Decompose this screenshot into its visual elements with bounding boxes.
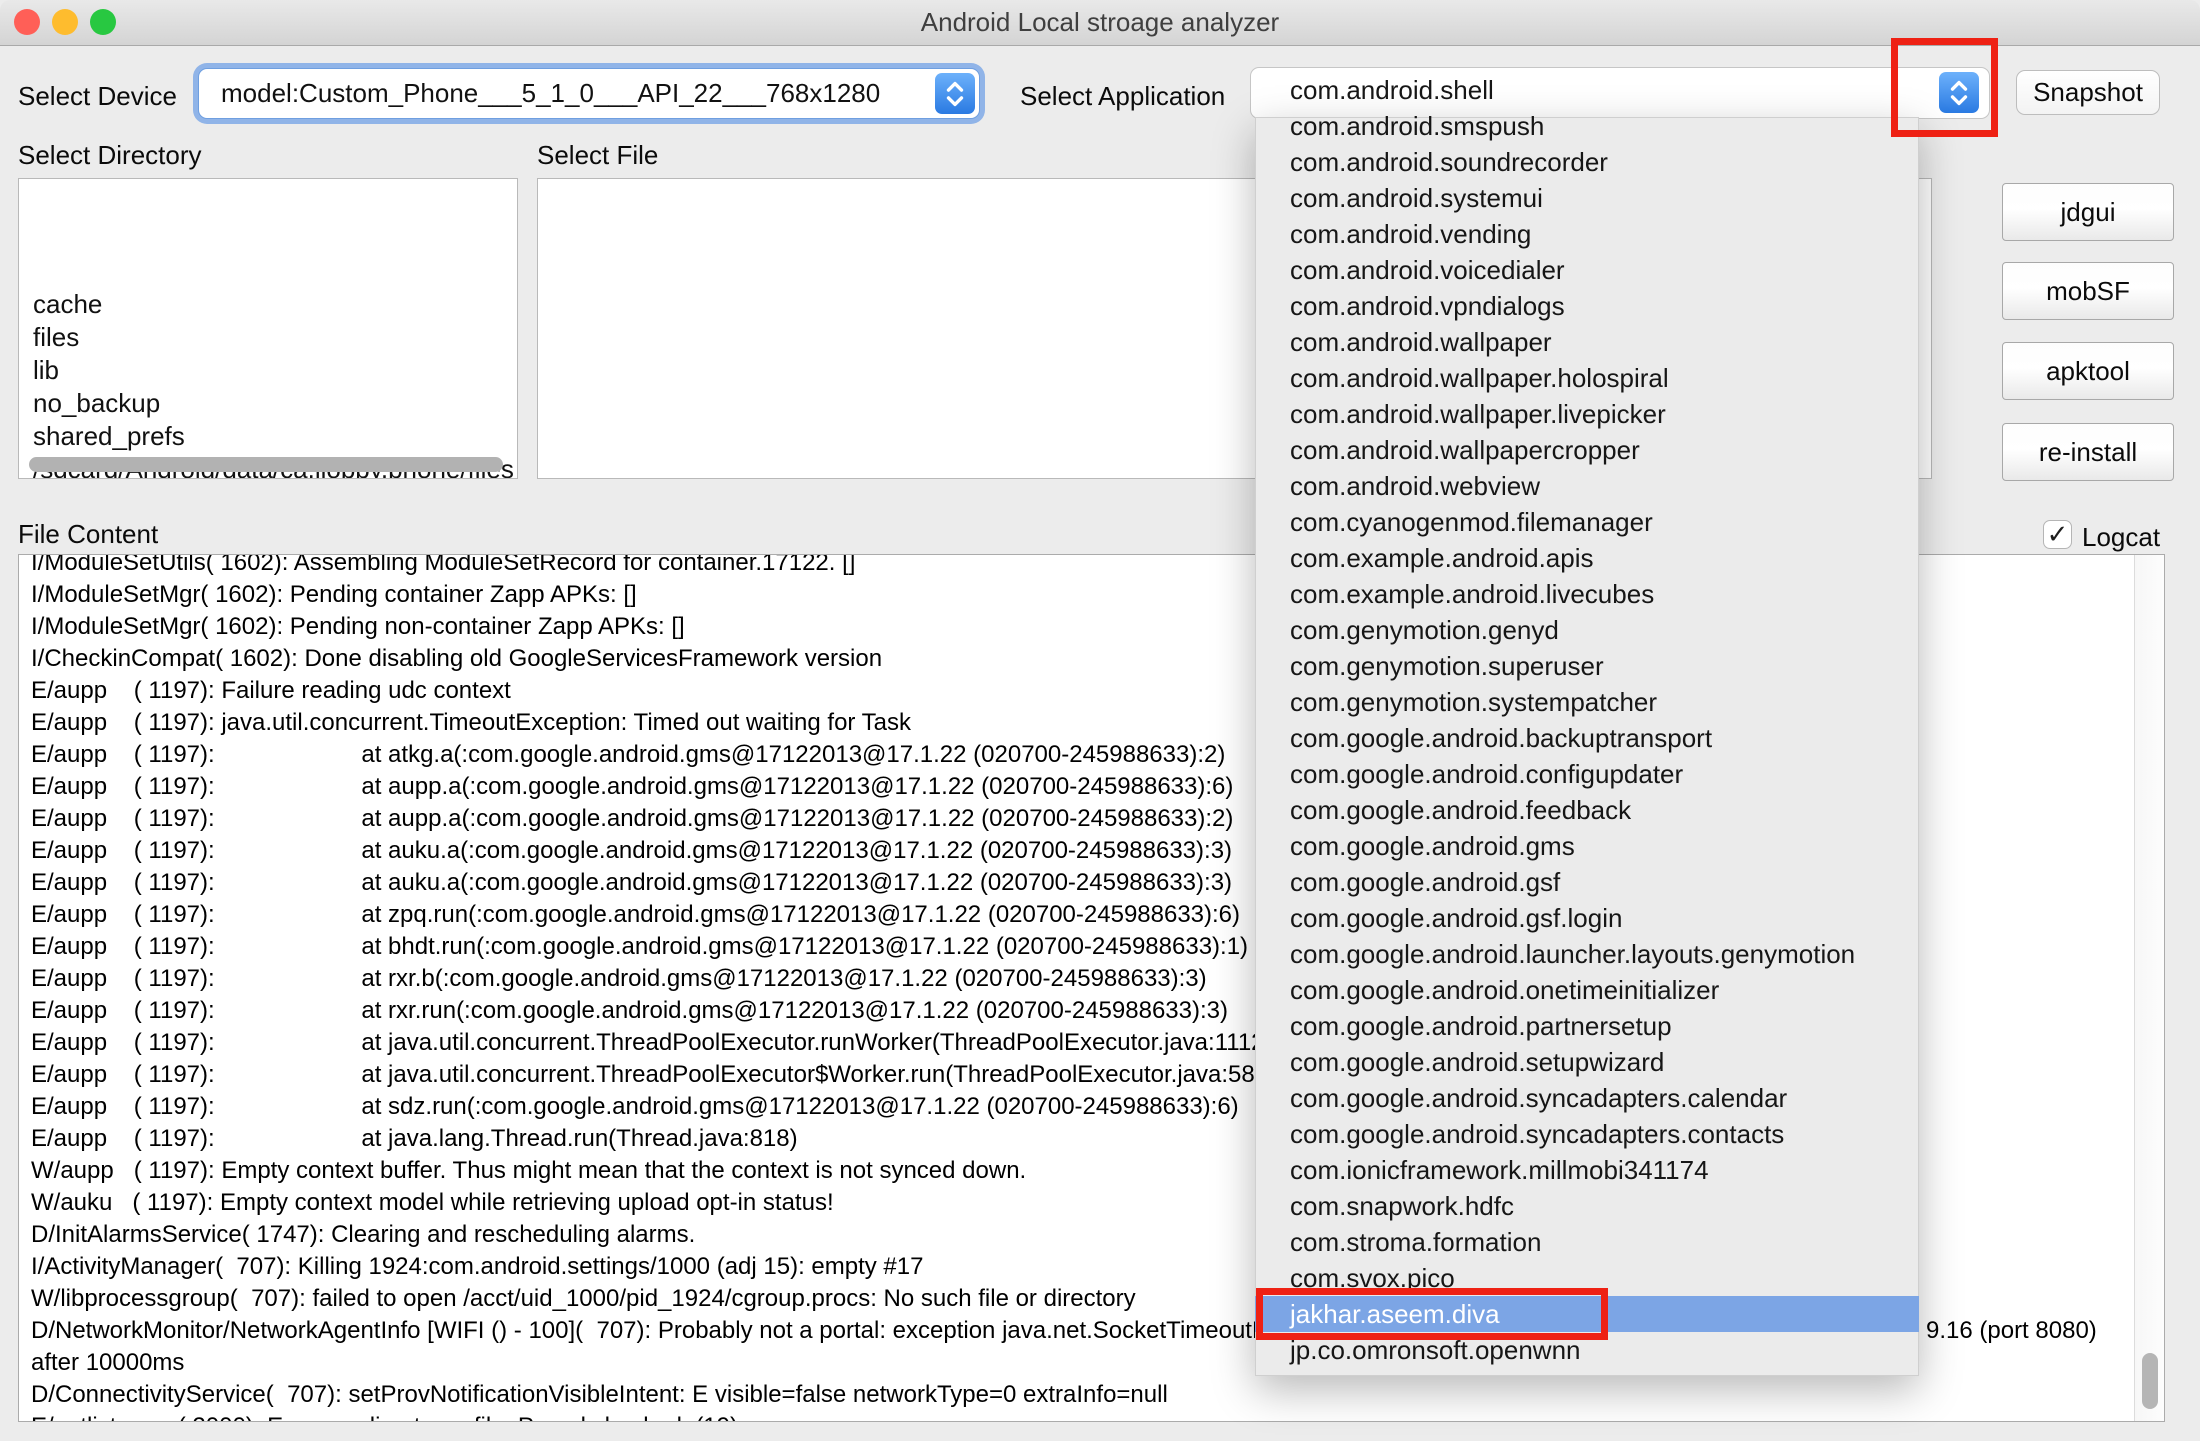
- popup-item[interactable]: com.android.vpndialogs: [1255, 288, 1919, 324]
- directory-list-item[interactable]: lib: [33, 354, 514, 387]
- popup-item[interactable]: com.google.android.configupdater: [1255, 756, 1919, 792]
- popup-item[interactable]: com.google.android.partnersetup: [1255, 1008, 1919, 1044]
- popup-item[interactable]: com.stroma.formation: [1255, 1224, 1919, 1260]
- device-combobox-value: model:Custom_Phone___5_1_0___API_22___76…: [221, 69, 880, 118]
- directory-listbox[interactable]: cachefileslibno_backupshared_prefs/sdcar…: [18, 178, 518, 479]
- checkmark-icon: ✓: [2044, 521, 2071, 548]
- popup-item[interactable]: com.android.smspush: [1255, 108, 1919, 144]
- popup-item[interactable]: com.android.wallpaper.livepicker: [1255, 396, 1919, 432]
- window-title: Android Local stroage analyzer: [0, 0, 2200, 45]
- logcat-label: Logcat: [2082, 522, 2160, 553]
- popup-item[interactable]: com.android.soundrecorder: [1255, 144, 1919, 180]
- device-combobox[interactable]: model:Custom_Phone___5_1_0___API_22___76…: [198, 68, 980, 119]
- vertical-scrollbar-track[interactable]: [2134, 555, 2164, 1421]
- jdgui-button[interactable]: jdgui: [2002, 183, 2174, 241]
- popup-item[interactable]: com.google.android.syncadapters.contacts: [1255, 1116, 1919, 1152]
- select-directory-label: Select Directory: [18, 140, 202, 171]
- select-device-label: Select Device: [18, 81, 177, 112]
- popup-item[interactable]: com.cyanogenmod.filemanager: [1255, 504, 1919, 540]
- directory-list-item[interactable]: files: [33, 321, 514, 354]
- reinstall-button[interactable]: re-install: [2002, 423, 2174, 481]
- popup-item[interactable]: com.android.wallpaper: [1255, 324, 1919, 360]
- popup-item[interactable]: com.genymotion.systempatcher: [1255, 684, 1919, 720]
- annotation-box-selected-app: [1256, 1288, 1608, 1340]
- popup-item[interactable]: com.snapwork.hdfc: [1255, 1188, 1919, 1224]
- apktool-button[interactable]: apktool: [2002, 342, 2174, 400]
- select-file-label: Select File: [537, 140, 658, 171]
- popup-item[interactable]: com.android.vending: [1255, 216, 1919, 252]
- popup-item[interactable]: com.google.android.launcher.layouts.geny…: [1255, 936, 1919, 972]
- popup-item[interactable]: com.google.android.feedback: [1255, 792, 1919, 828]
- popup-item[interactable]: com.android.voicedialer: [1255, 252, 1919, 288]
- logcat-checkbox[interactable]: ✓: [2043, 520, 2072, 549]
- file-content-label: File Content: [18, 519, 158, 550]
- mobsf-button[interactable]: mobSF: [2002, 262, 2174, 320]
- directory-list-item[interactable]: shared_prefs: [33, 420, 514, 453]
- stepper-up-down-icon[interactable]: [935, 73, 975, 114]
- directory-list-item[interactable]: no_backup: [33, 387, 514, 420]
- select-application-label: Select Application: [1020, 81, 1225, 112]
- popup-item[interactable]: com.genymotion.genyd: [1255, 612, 1919, 648]
- popup-item[interactable]: com.android.wallpapercropper: [1255, 432, 1919, 468]
- annotation-box-stepper: [1891, 38, 1998, 137]
- popup-item[interactable]: com.ionicframework.millmobi341174: [1255, 1152, 1919, 1188]
- popup-item[interactable]: com.android.shell: [1255, 72, 1919, 108]
- horizontal-scrollbar[interactable]: [29, 457, 503, 472]
- directory-list-item[interactable]: cache: [33, 288, 514, 321]
- popup-item[interactable]: com.google.android.backuptransport: [1255, 720, 1919, 756]
- popup-item[interactable]: com.google.android.gsf: [1255, 864, 1919, 900]
- popup-item[interactable]: com.example.android.apis: [1255, 540, 1919, 576]
- vertical-scrollbar-thumb[interactable]: [2142, 1353, 2158, 1409]
- popup-item[interactable]: com.google.android.syncadapters.calendar: [1255, 1080, 1919, 1116]
- snapshot-button[interactable]: Snapshot: [2016, 70, 2160, 115]
- log-line: E/netlistener ( 2000): Error reading tra…: [31, 1411, 1546, 1422]
- popup-item[interactable]: com.example.android.livecubes: [1255, 576, 1919, 612]
- log-line: D/ConnectivityService( 707): setProvNoti…: [31, 1379, 1546, 1411]
- popup-item[interactable]: com.google.android.onetimeinitializer: [1255, 972, 1919, 1008]
- popup-item[interactable]: com.google.android.setupwizard: [1255, 1044, 1919, 1080]
- popup-item[interactable]: com.google.android.gsf.login: [1255, 900, 1919, 936]
- log-line-overflow-tail: 9.16 (port 8080): [1926, 1315, 2097, 1347]
- popup-item[interactable]: com.android.systemui: [1255, 180, 1919, 216]
- popup-item[interactable]: com.genymotion.superuser: [1255, 648, 1919, 684]
- window-titlebar: Android Local stroage analyzer: [0, 0, 2200, 46]
- application-popup-menu[interactable]: com.android.shellcom.android.smspushcom.…: [1255, 60, 1919, 1376]
- popup-item[interactable]: com.google.android.gms: [1255, 828, 1919, 864]
- popup-item[interactable]: com.android.wallpaper.holospiral: [1255, 360, 1919, 396]
- popup-item[interactable]: com.android.webview: [1255, 468, 1919, 504]
